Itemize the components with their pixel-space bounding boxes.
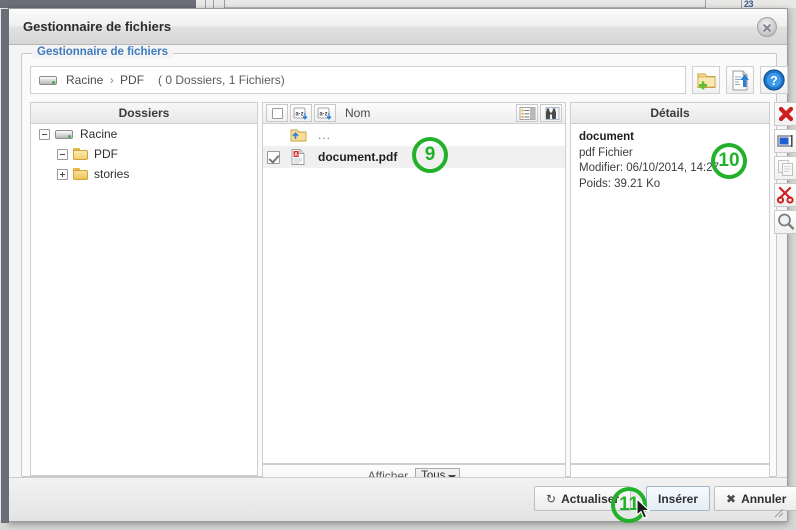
preview-button[interactable] [774, 210, 796, 234]
upload-file-button[interactable] [726, 66, 754, 94]
details-content: document pdf Fichier Modifier: 06/10/201… [570, 124, 770, 464]
tree-item-label: stories [94, 167, 130, 181]
dialog-titlebar[interactable]: Gestionnaire de fichiers [9, 9, 787, 45]
close-icon[interactable] [757, 17, 777, 37]
svg-text:?: ? [770, 74, 778, 88]
sort-descending-button[interactable]: a·z [314, 104, 336, 122]
list-item-label: ... [318, 128, 332, 142]
insert-button[interactable]: Insérer [646, 486, 711, 511]
svg-text:a·z: a·z [295, 112, 303, 118]
sort-az-icon: a·z [293, 107, 308, 120]
list-item[interactable]: A document.pdf [263, 146, 565, 168]
rename-button[interactable] [774, 129, 796, 153]
details-file-type: pdf Fichier [579, 146, 633, 159]
pdf-file-icon: A [290, 149, 307, 165]
folders-panel: Dossiers Racine PDF stories [30, 102, 258, 476]
refresh-icon: ↻ [546, 491, 557, 506]
file-manager-dialog: Gestionnaire de fichiers Gestionnaire de… [1, 8, 796, 523]
breadcrumb[interactable]: Racine › PDF ( 0 Dossiers, 1 Fichiers) [30, 66, 686, 94]
list-item-label: document.pdf [318, 150, 398, 164]
background-divider [705, 0, 706, 8]
file-list[interactable]: ... A document.pdf [262, 124, 566, 464]
folder-open-icon [73, 148, 88, 160]
tree-item-stories[interactable]: stories [31, 164, 257, 184]
delete-button[interactable] [774, 102, 796, 126]
item-count-label: ( 0 Dossiers, 1 Fichiers) [158, 73, 285, 87]
fieldset-legend: Gestionnaire de fichiers [32, 46, 174, 58]
tree-toggle-collapse-icon[interactable] [39, 128, 50, 140]
background-divider [213, 0, 214, 8]
new-folder-button[interactable] [692, 66, 720, 94]
resize-handle[interactable] [771, 505, 784, 518]
binoculars-icon [545, 107, 560, 120]
background-window-chrome [0, 0, 196, 8]
list-view-button[interactable] [516, 104, 538, 122]
preview-view-button[interactable] [540, 104, 562, 122]
tree-item-pdf[interactable]: PDF [31, 144, 257, 164]
file-manager-fieldset: Gestionnaire de fichiers Racine › PDF ( … [21, 46, 796, 488]
dialog-left-shadow [1, 9, 9, 523]
tree-item-racine[interactable]: Racine [31, 124, 257, 144]
breadcrumb-current[interactable]: PDF [120, 73, 144, 87]
details-panel: Détails document pdf Fichier Modifier: 0… [570, 102, 770, 464]
copy-icon [778, 160, 793, 176]
select-all-checkbox[interactable] [266, 104, 288, 122]
tree-item-label: PDF [94, 147, 118, 161]
details-modified: Modifier: 06/10/2014, 14:27 [579, 162, 720, 174]
cut-button[interactable] [774, 183, 796, 207]
insert-button-label: Insérer [658, 491, 699, 506]
svg-text:a·z: a·z [319, 112, 327, 118]
dialog-title: Gestionnaire de fichiers [23, 19, 172, 34]
new-folder-icon [697, 73, 716, 90]
files-panel: a·z a·z Nom ... A document.pdf [262, 102, 566, 464]
breadcrumb-separator: › [109, 73, 114, 87]
dialog-footer: ↻ Actualiser Insérer ✖ Annuler [9, 477, 796, 521]
cancel-button-label: Annuler [741, 491, 787, 506]
tree-toggle-collapse-icon[interactable] [57, 148, 68, 160]
help-button[interactable]: ? [760, 66, 788, 94]
details-size: Poids: 39.21 Ko [579, 177, 661, 190]
svg-text:A: A [294, 152, 298, 158]
rename-icon [777, 135, 793, 147]
tree-item-label: Racine [80, 127, 118, 141]
details-panel-header: Détails [570, 102, 770, 124]
upload-file-icon [732, 70, 749, 91]
sort-ascending-button[interactable]: a·z [290, 104, 312, 122]
background-divider [741, 0, 742, 8]
parent-folder-icon [290, 128, 307, 142]
list-view-icon [519, 107, 536, 120]
x-icon: ✖ [726, 491, 737, 506]
scissors-icon [776, 186, 794, 204]
breadcrumb-root[interactable]: Racine [66, 73, 103, 87]
row-checkbox[interactable] [267, 150, 280, 164]
details-file-name: document [579, 131, 634, 143]
tree-toggle-expand-icon[interactable] [57, 168, 68, 180]
column-header-name[interactable]: Nom [345, 106, 370, 120]
magnifier-icon [778, 213, 795, 230]
files-panel-header: a·z a·z Nom [262, 102, 566, 124]
background-divider [205, 0, 206, 8]
red-x-icon [778, 106, 794, 122]
refresh-button[interactable]: ↻ Actualiser [534, 486, 632, 511]
breadcrumb-path: Racine › PDF [66, 73, 144, 87]
sort-az-icon: a·z [317, 107, 332, 120]
folder-icon [73, 168, 88, 180]
folder-tree[interactable]: Racine PDF stories [30, 124, 258, 476]
refresh-button-label: Actualiser [561, 491, 620, 506]
help-icon: ? [763, 69, 785, 91]
drive-icon [55, 128, 73, 141]
drive-icon [39, 74, 57, 87]
list-item[interactable]: ... [263, 124, 565, 146]
copy-button[interactable] [774, 156, 796, 180]
folders-panel-header: Dossiers [30, 102, 258, 124]
